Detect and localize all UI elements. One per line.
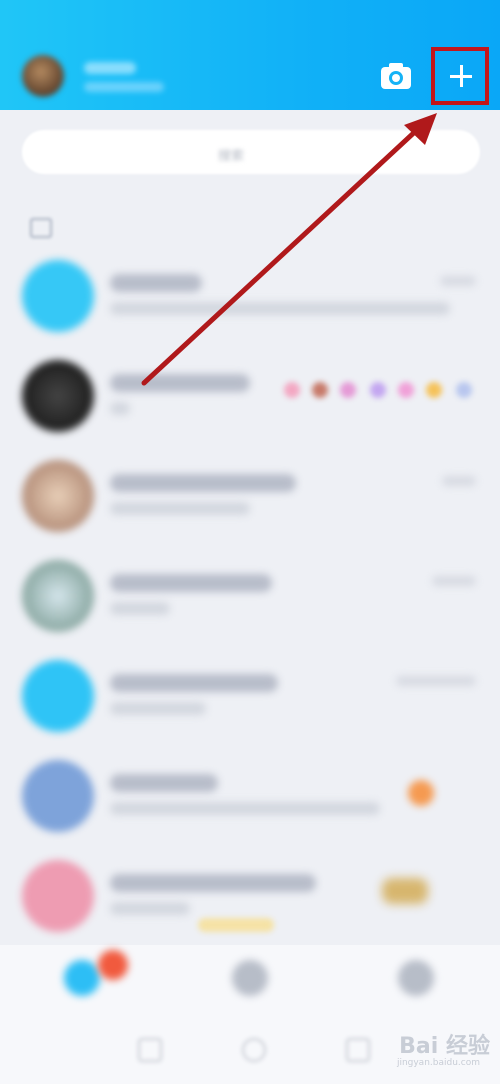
watermark-brand: Bai <box>399 1034 439 1059</box>
unread-badge <box>98 950 128 980</box>
watermark-suffix: 经验 <box>445 1034 490 1059</box>
watermark: Bai 经验 <box>399 1028 490 1060</box>
nav-recents-icon[interactable] <box>346 1038 370 1062</box>
nav-home-icon[interactable] <box>242 1038 266 1062</box>
contacts-tab-icon[interactable] <box>232 960 268 996</box>
nav-back-icon[interactable] <box>138 1038 162 1062</box>
watermark-url: jingyan.baidu.com <box>396 1058 480 1068</box>
discover-tab-icon[interactable] <box>398 960 434 996</box>
annotation-arrow <box>141 113 437 386</box>
messages-tab-icon[interactable] <box>64 960 100 996</box>
